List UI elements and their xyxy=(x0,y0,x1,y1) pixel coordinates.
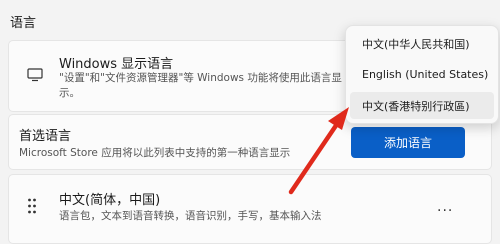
dropdown-option-highlighted[interactable]: 中文(香港特别行政區) xyxy=(350,92,494,119)
add-language-button[interactable]: 添加语言 xyxy=(351,127,465,158)
language-item-card[interactable]: 中文(简体，中国) 语言包，文本到语音转换，语音识别，手写，基本输入法 ... xyxy=(8,174,492,244)
display-language-description: "设置"和"文件资源管理器"等 Windows 功能将使用此语言显示。 xyxy=(59,72,342,99)
dropdown-option[interactable]: English (United States) xyxy=(350,61,494,88)
dropdown-option[interactable]: 中文(中华人民共和国) xyxy=(350,30,494,57)
display-language-dropdown: 中文(中华人民共和国) English (United States) 中文(香… xyxy=(345,25,499,124)
drag-handle-icon[interactable] xyxy=(27,197,37,215)
preferred-languages-title: 首选语言 xyxy=(19,129,72,144)
monitor-icon xyxy=(27,67,43,82)
display-language-title: Windows 显示语言 xyxy=(59,57,174,72)
preferred-languages-description: Microsoft Store 应用将以此列表中支持的第一种语言显示 xyxy=(19,147,291,159)
more-options-button[interactable]: ... xyxy=(437,199,453,215)
section-title-language: 语言 xyxy=(10,16,37,31)
language-item-title: 中文(简体，中国) xyxy=(59,193,161,208)
language-item-features: 语言包，文本到语音转换，语音识别，手写，基本输入法 xyxy=(59,210,322,222)
